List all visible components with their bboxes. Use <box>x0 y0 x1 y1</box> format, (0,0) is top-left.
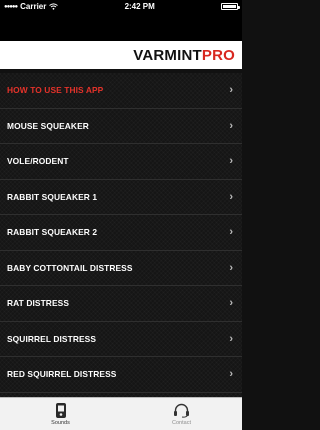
chevron-right-icon: › <box>229 119 233 132</box>
brand-logo: VARMINTPRO <box>133 47 235 64</box>
menu-item-squirrel-distress[interactable]: SQUIRREL DISTRESS › <box>0 322 242 357</box>
headset-icon <box>174 403 189 418</box>
tab-bar: Sounds Contact <box>0 397 242 430</box>
brand-part1: VARMINT <box>133 46 202 64</box>
wifi-icon <box>49 3 59 10</box>
status-time: 2:42 PM <box>124 2 155 11</box>
carrier-label: Carrier <box>20 2 47 11</box>
chevron-right-icon: › <box>229 368 233 381</box>
menu-item-label: BABY COTTONTAIL DISTRESS <box>7 262 133 273</box>
menu-item-label: RAT DISTRESS <box>7 298 69 309</box>
menu-item-rabbit-squeaker-1[interactable]: RABBIT SQUEAKER 1 › <box>0 180 242 215</box>
sounds-device-icon <box>55 402 66 418</box>
menu-item-label: MOUSE SQUEAKER <box>7 120 89 131</box>
status-right <box>220 3 240 10</box>
battery-icon <box>220 3 240 10</box>
menu-item-mouse-squeaker[interactable]: MOUSE SQUEAKER › <box>0 109 242 144</box>
status-bar: ●●●●● Carrier 2:42 PM <box>0 0 242 13</box>
chevron-right-icon: › <box>229 297 233 310</box>
signal-icon: ●●●●● <box>4 3 18 10</box>
chevron-right-icon: › <box>229 190 233 203</box>
sound-menu-list[interactable]: HOW TO USE THIS APP › MOUSE SQUEAKER › V… <box>0 73 242 397</box>
menu-item-label: RED SQUIRREL DISTRESS <box>7 369 117 380</box>
tab-label: Sounds <box>51 419 70 426</box>
menu-item-label: RABBIT SQUEAKER 1 <box>7 191 98 202</box>
menu-item-red-squirrel-distress[interactable]: RED SQUIRREL DISTRESS › <box>0 357 242 393</box>
nav-spacer <box>0 13 242 41</box>
tab-sounds[interactable]: Sounds <box>0 398 121 430</box>
menu-item-how-to-use[interactable]: HOW TO USE THIS APP › <box>0 73 242 109</box>
chevron-right-icon: › <box>229 226 233 239</box>
chevron-right-icon: › <box>229 261 233 274</box>
menu-item-rat-distress[interactable]: RAT DISTRESS › <box>0 286 242 322</box>
tab-contact[interactable]: Contact <box>121 398 242 430</box>
menu-item-label: SQUIRREL DISTRESS <box>7 333 97 344</box>
chevron-right-icon: › <box>229 332 233 345</box>
brand-part2: PRO <box>201 46 235 64</box>
header-bar: VARMINTPRO <box>0 41 242 69</box>
menu-item-label: VOLE/RODENT <box>7 156 69 167</box>
status-left: ●●●●● Carrier <box>4 2 59 11</box>
menu-item-baby-cottontail-distress[interactable]: BABY COTTONTAIL DISTRESS › <box>0 251 242 286</box>
menu-item-vole-rodent[interactable]: VOLE/RODENT › <box>0 144 242 180</box>
chevron-right-icon: › <box>229 84 233 97</box>
chevron-right-icon: › <box>229 155 233 168</box>
menu-item-label: RABBIT SQUEAKER 2 <box>7 227 98 238</box>
menu-item-label: HOW TO USE THIS APP <box>7 85 104 96</box>
tab-label: Contact <box>172 419 191 426</box>
menu-item-rabbit-squeaker-2[interactable]: RABBIT SQUEAKER 2 › <box>0 215 242 251</box>
